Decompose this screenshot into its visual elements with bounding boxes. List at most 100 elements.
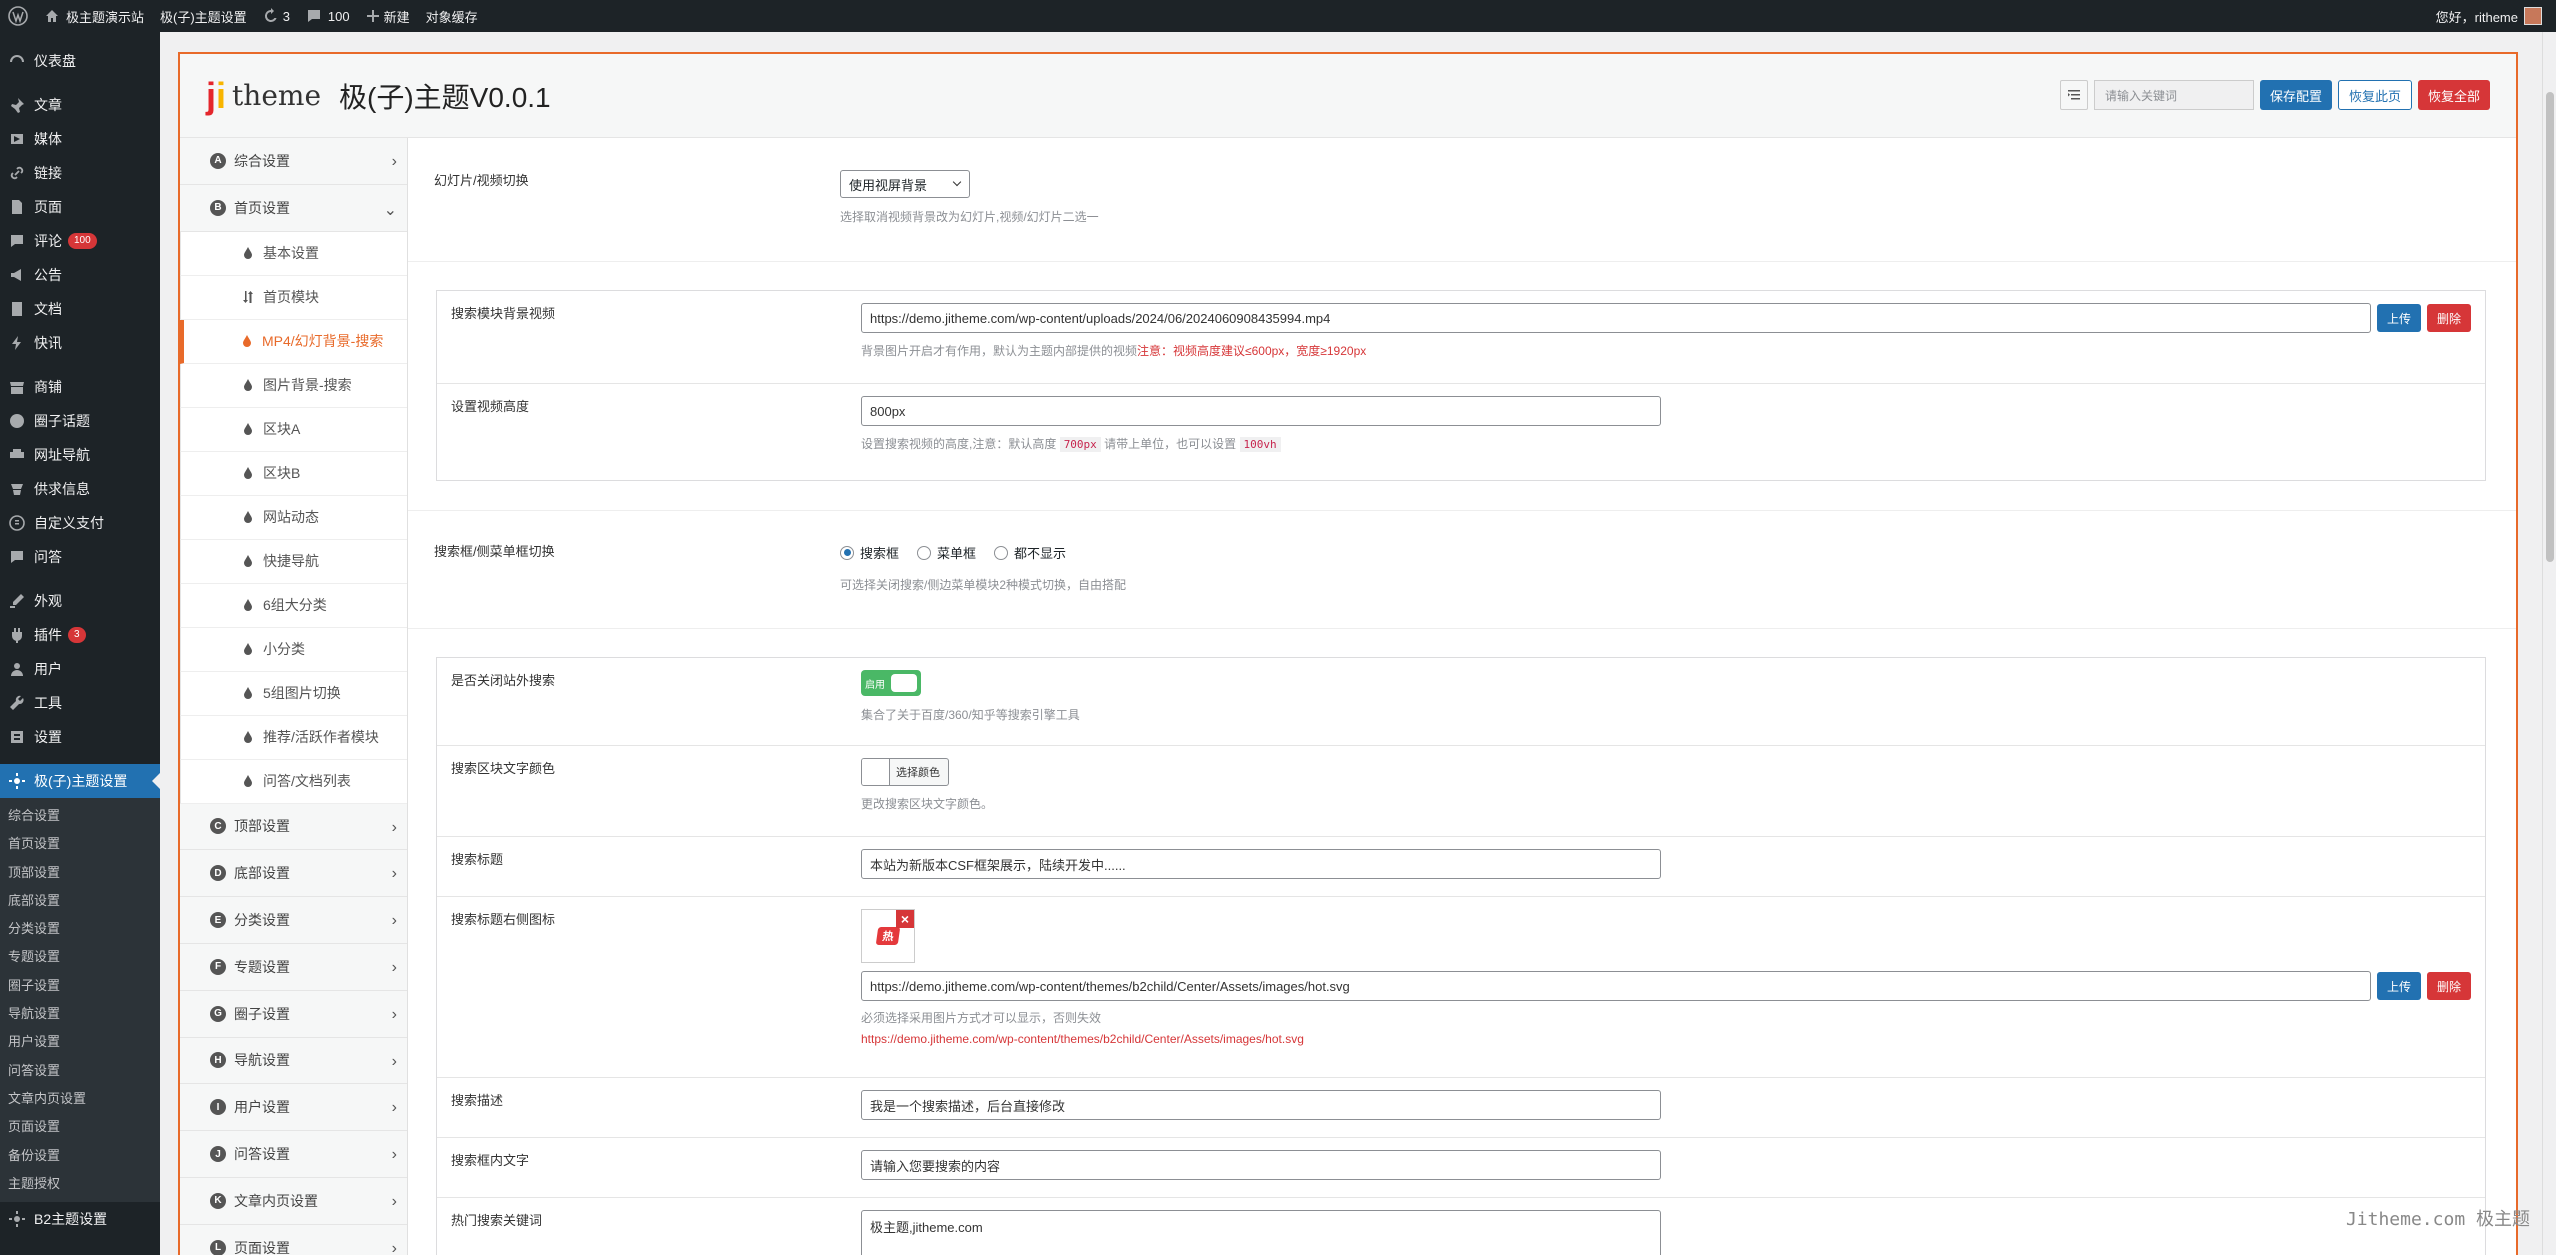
video-height-input[interactable]: 800px <box>861 396 1661 426</box>
submenu-item[interactable]: 分类设置 <box>0 915 160 943</box>
menu-item[interactable]: 文章 <box>0 88 160 122</box>
menu-item[interactable]: 圈子话题 <box>0 404 160 438</box>
slide-video-select[interactable]: 使用视屏背景 <box>840 170 970 198</box>
menu-item[interactable]: 供求信息 <box>0 472 160 506</box>
options-search-input[interactable]: 请输入关键词 <box>2093 80 2254 110</box>
my-account-link[interactable]: 您好，ritheme <box>2428 0 2556 32</box>
nav-subitem[interactable]: 基本设置 <box>180 231 407 276</box>
remove-icon[interactable]: × <box>896 910 914 928</box>
menu-item[interactable]: 网址导航 <box>0 438 160 472</box>
search-desc-input[interactable]: 我是一个搜索描述，后台直接修改 <box>861 1090 1661 1120</box>
nav-subitem[interactable]: 图片背景-搜索 <box>180 363 407 408</box>
menu-item[interactable]: 商铺 <box>0 370 160 404</box>
submenu-item[interactable]: 文章内页设置 <box>0 1085 160 1113</box>
menu-item[interactable]: 工具 <box>0 686 160 720</box>
new-content-link[interactable]: 新建 <box>358 0 418 32</box>
menu-item[interactable]: 快讯 <box>0 326 160 360</box>
page-icon <box>8 198 26 216</box>
menu-item[interactable]: 问答 <box>0 540 160 574</box>
nav-subitem[interactable]: 小分类 <box>180 627 407 672</box>
search-title-input[interactable]: 本站为新版本CSF框架展示，陆续开发中...... <box>861 849 1661 879</box>
icon-url-input[interactable]: https://demo.jitheme.com/wp-content/them… <box>861 971 2371 1001</box>
nav-subitem[interactable]: 区块A <box>180 407 407 452</box>
submenu-item[interactable]: 综合设置 <box>0 802 160 830</box>
menu-item[interactable]: 链接 <box>0 156 160 190</box>
bg-video-url-input[interactable]: https://demo.jitheme.com/wp-content/uplo… <box>861 303 2371 333</box>
nav-subitem[interactable]: MP4/幻灯背景-搜索 <box>180 319 407 364</box>
nav-section[interactable]: I 用户设置 › <box>180 1084 407 1132</box>
updates-link[interactable]: 3 <box>255 0 298 32</box>
save-button[interactable]: 保存配置 <box>2259 80 2332 110</box>
nav-section[interactable]: H 导航设置 › <box>180 1038 407 1085</box>
search-placeholder-input[interactable]: 请输入您要搜索的内容 <box>861 1150 1661 1180</box>
theme-settings-link[interactable]: 极(子)主题设置 <box>152 0 255 32</box>
nav-subitem[interactable]: 区块B <box>180 451 407 496</box>
submenu-item[interactable]: 导航设置 <box>0 1000 160 1028</box>
nav-section[interactable]: K 文章内页设置 › <box>180 1178 407 1225</box>
object-cache-link[interactable]: 对象缓存 <box>418 0 486 32</box>
radio-none[interactable]: 都不显示 <box>994 543 1066 562</box>
navigation-icon <box>8 446 26 464</box>
nav-section[interactable]: D 底部设置 › <box>180 850 407 898</box>
menu-item[interactable]: 页面 <box>0 190 160 224</box>
submenu-item[interactable]: 备份设置 <box>0 1142 160 1170</box>
menu-item[interactable]: 插件 3 <box>0 618 160 652</box>
menu-item[interactable]: 仪表盘 <box>0 44 160 78</box>
nav-section[interactable]: A 综合设置 › <box>180 138 407 185</box>
menu-item[interactable]: 自定义支付 <box>0 506 160 540</box>
radio-search[interactable]: 搜索框 <box>840 543 899 562</box>
nav-section[interactable]: G 圈子设置 › <box>180 991 407 1038</box>
nav-subitem[interactable]: 快捷导航 <box>180 539 407 584</box>
reset-section-button[interactable]: 恢复此页 <box>2337 80 2412 110</box>
submenu-item[interactable]: 用户设置 <box>0 1028 160 1056</box>
menu-item[interactable]: 文档 <box>0 292 160 326</box>
upload-button[interactable]: 上传 <box>2376 304 2421 332</box>
submenu-item[interactable]: 专题设置 <box>0 943 160 971</box>
submenu-item[interactable]: 圈子设置 <box>0 972 160 1000</box>
nav-section[interactable]: B 首页设置 ⌄ <box>180 185 407 232</box>
nav-subitem[interactable]: 问答/文档列表 <box>180 759 407 804</box>
menu-item-jitheme-settings[interactable]: 极(子)主题设置 <box>0 764 160 798</box>
submenu-item[interactable]: 顶部设置 <box>0 859 160 887</box>
menu-item[interactable]: 评论 100 <box>0 224 160 258</box>
submenu-item[interactable]: 页面设置 <box>0 1113 160 1141</box>
nav-section[interactable]: C 顶部设置 › <box>180 804 407 851</box>
radio-menu[interactable]: 菜单框 <box>917 543 976 562</box>
comments-link[interactable]: 100 <box>298 0 358 32</box>
site-name-link[interactable]: 极主题演示站 <box>36 0 152 32</box>
nav-subitem[interactable]: 推荐/活跃作者模块 <box>180 715 407 760</box>
menu-item[interactable]: 媒体 <box>0 122 160 156</box>
nav-subitem[interactable]: 首页模块 <box>180 275 407 320</box>
submenu-item[interactable]: 首页设置 <box>0 830 160 858</box>
nav-section[interactable]: F 专题设置 › <box>180 944 407 991</box>
nav-section[interactable]: L 页面设置 › <box>180 1225 407 1255</box>
upload-button[interactable]: 上传 <box>2376 972 2421 1000</box>
external-search-switch[interactable]: 启用 <box>861 670 921 696</box>
droplet-icon <box>243 731 253 744</box>
menu-item[interactable]: 外观 <box>0 584 160 618</box>
page-scrollbar[interactable] <box>2542 32 2556 1255</box>
menu-item[interactable]: 设置 <box>0 720 160 754</box>
wordpress-logo-icon[interactable] <box>0 0 36 32</box>
section-letter-icon: I <box>210 1099 226 1116</box>
submenu-item[interactable]: 底部设置 <box>0 887 160 915</box>
droplet-icon <box>243 379 253 392</box>
menu-item[interactable]: 公告 <box>0 258 160 292</box>
submenu-item[interactable]: 主题授权 <box>0 1170 160 1198</box>
droplet-icon <box>243 511 253 524</box>
nav-subitem[interactable]: 5组图片切换 <box>180 671 407 716</box>
nav-section[interactable]: J 问答设置 › <box>180 1131 407 1178</box>
hot-keywords-textarea[interactable]: 极主题,jitheme.com <box>861 1210 1661 1255</box>
delete-button[interactable]: 删除 <box>2426 972 2471 1000</box>
expand-all-icon[interactable] <box>2059 80 2088 110</box>
submenu-item[interactable]: 问答设置 <box>0 1057 160 1085</box>
nav-section[interactable]: E 分类设置 › <box>180 897 407 944</box>
color-picker-button[interactable]: 选择颜色 <box>861 758 949 786</box>
menu-item-b2-settings[interactable]: B2主题设置 <box>0 1202 160 1236</box>
plugin-icon <box>8 626 26 644</box>
reset-all-button[interactable]: 恢复全部 <box>2417 80 2490 110</box>
menu-item[interactable]: 用户 <box>0 652 160 686</box>
nav-subitem[interactable]: 网站动态 <box>180 495 407 540</box>
nav-subitem[interactable]: 6组大分类 <box>180 583 407 628</box>
delete-button[interactable]: 删除 <box>2426 304 2471 332</box>
